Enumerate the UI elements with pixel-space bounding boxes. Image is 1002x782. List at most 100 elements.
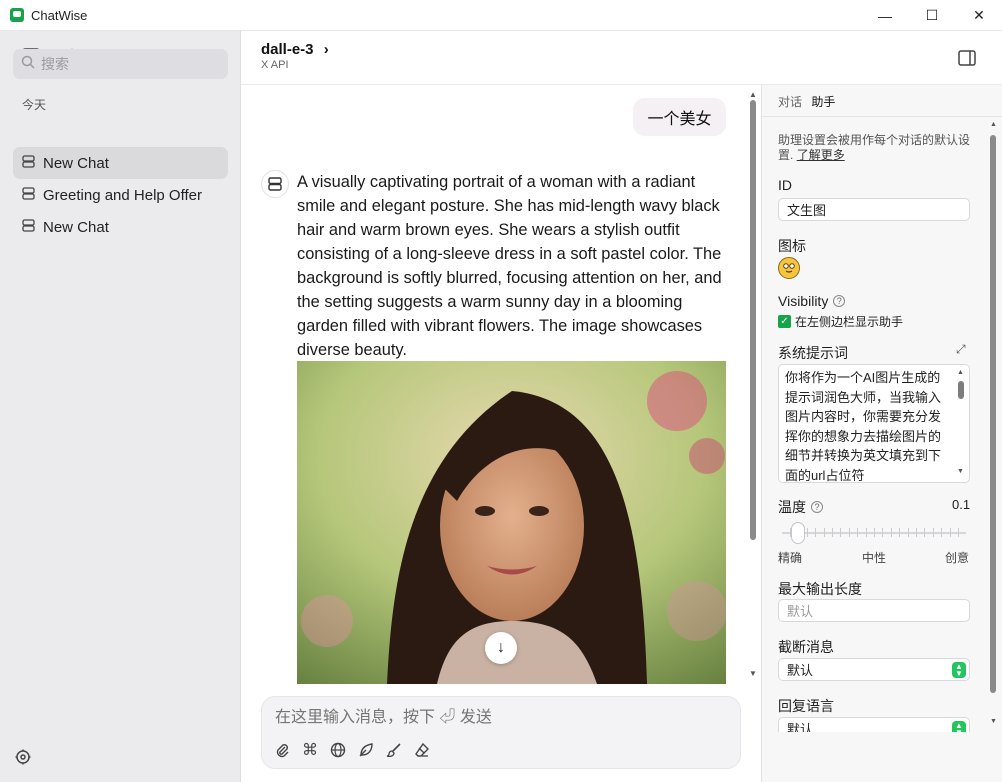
panel-tabs: 对话 助手: [778, 93, 841, 110]
paperclip-icon[interactable]: [271, 739, 293, 761]
truncate-select[interactable]: 默认: [778, 658, 970, 681]
prompt-scroll-up-icon[interactable]: ▲: [957, 369, 964, 376]
prompt-scroll-down-icon[interactable]: ▼: [957, 468, 964, 475]
chat-scrollbar-thumb[interactable]: [750, 100, 756, 540]
slider-tick: [865, 528, 867, 537]
user-message-bubble: 一个美女: [633, 98, 726, 136]
icon-label: 图标: [778, 238, 806, 254]
model-name: dall-e-3: [261, 41, 314, 58]
title-bar: [0, 0, 1002, 31]
assistant-message-text: A visually captivating portrait of a wom…: [297, 173, 722, 359]
system-prompt-textarea[interactable]: 你将作为一个AI图片生成的提示词润色大师，当我输入图片内容时，你需要充分发挥你的…: [778, 364, 970, 483]
slider-tick: [848, 528, 850, 537]
slider-tick: [949, 528, 951, 537]
slider-tick: [857, 528, 859, 537]
app-logo-icon: [10, 8, 24, 22]
chat-title: New Chat: [43, 218, 109, 236]
slider-tick: [958, 528, 959, 537]
panel-scrollbar-thumb[interactable]: [990, 135, 996, 693]
visibility-row: Visibility ?: [778, 293, 846, 309]
temperature-slider-thumb[interactable]: [791, 522, 806, 544]
reply-language-clip: 默认 ▲▼: [778, 717, 970, 732]
scroll-down-button[interactable]: ↓: [485, 632, 517, 664]
assistant-avatar-icon: [261, 170, 289, 198]
model-provider: X API: [261, 59, 289, 71]
close-button[interactable]: ✕: [956, 0, 1002, 31]
temperature-value: 0.1: [952, 497, 971, 512]
search-input[interactable]: 搜索: [13, 49, 228, 79]
visibility-label: Visibility: [778, 293, 829, 309]
chat-icon: [22, 154, 35, 172]
slider-tick: [916, 528, 917, 537]
id-label: ID: [778, 177, 792, 193]
slider-tick: [832, 528, 833, 537]
info-icon[interactable]: ?: [811, 501, 823, 513]
slider-tick: [882, 528, 884, 537]
leaf-icon[interactable]: [355, 739, 377, 761]
expand-icon[interactable]: ⤢: [956, 342, 966, 357]
slider-tick: [932, 528, 934, 537]
temperature-label: 温度: [778, 499, 806, 515]
max-output-field[interactable]: 默认: [778, 599, 970, 622]
arrow-down-icon: ↓: [497, 639, 505, 656]
globe-icon[interactable]: [327, 739, 349, 761]
prompt-scrollbar-thumb[interactable]: [958, 381, 964, 399]
chat-title: New Chat: [43, 154, 109, 172]
assistant-emoji-icon[interactable]: [778, 257, 800, 279]
system-prompt-label: 系统提示词: [778, 345, 848, 361]
slider-tick: [924, 528, 926, 537]
toggle-right-panel-icon[interactable]: [956, 47, 978, 69]
scroll-down-arrow-icon[interactable]: ▼: [749, 669, 757, 678]
minimize-button[interactable]: —: [862, 0, 908, 31]
info-icon[interactable]: ?: [833, 295, 846, 307]
panel-scroll-down-icon[interactable]: ▼: [990, 718, 997, 725]
slider-tick: [874, 528, 875, 537]
search-icon: [21, 55, 35, 74]
truncate-label: 截断消息: [778, 639, 834, 655]
select-chevron-icon[interactable]: ▲▼: [952, 662, 966, 678]
settings-gear-icon[interactable]: [12, 746, 34, 768]
chat-list-item[interactable]: Greeting and Help Offer: [13, 179, 228, 211]
tab-assistant[interactable]: 助手: [811, 95, 835, 109]
slider-tick: [840, 528, 842, 537]
scroll-up-arrow-icon[interactable]: ▲: [749, 90, 757, 99]
panel-scroll-up-icon[interactable]: ▲: [990, 121, 997, 128]
slider-label-creative: 创意: [945, 551, 970, 565]
temperature-row: 温度 ?: [778, 497, 823, 517]
slider-tick: [815, 528, 817, 537]
app-title: ChatWise: [31, 8, 88, 23]
search-placeholder: 搜索: [41, 56, 69, 72]
max-output-label: 最大输出长度: [778, 581, 862, 597]
slider-tick: [907, 528, 909, 537]
chat-title: Greeting and Help Offer: [43, 186, 202, 204]
slider-tick: [806, 528, 808, 537]
slider-tick: [899, 528, 901, 537]
chat-list-item[interactable]: New Chat: [13, 147, 228, 179]
sidebar: [0, 31, 241, 782]
select-chevron-icon[interactable]: ▲▼: [952, 721, 966, 732]
id-field[interactable]: 文生图: [778, 198, 970, 221]
learn-more-link[interactable]: 了解更多: [797, 148, 845, 162]
chevron-right-icon: ›: [323, 41, 329, 58]
slider-label-neutral: 中性: [862, 551, 887, 565]
chat-icon: [22, 186, 35, 204]
chat-icon: [22, 218, 35, 236]
slider-tick: [823, 528, 825, 537]
slider-tick: [941, 528, 943, 537]
visibility-checkbox[interactable]: ✓ 在左侧边栏显示助手: [778, 313, 903, 330]
message-input[interactable]: [275, 706, 725, 730]
reply-language-select[interactable]: 默认: [778, 717, 970, 732]
tab-conversation[interactable]: 对话: [778, 95, 802, 109]
section-label-today: 今天: [22, 98, 47, 112]
command-icon[interactable]: ⌘: [299, 739, 321, 761]
tabs-divider: [761, 116, 1002, 117]
chat-list-item[interactable]: New Chat: [13, 211, 228, 243]
maximize-button[interactable]: ☐: [909, 0, 955, 31]
model-selector[interactable]: dall-e-3 ›: [261, 41, 329, 58]
reply-language-label: 回复语言: [778, 698, 834, 714]
slider-label-precise: 精确: [778, 551, 803, 565]
eraser-icon[interactable]: [411, 739, 433, 761]
checkbox-checked-icon[interactable]: ✓: [778, 315, 791, 328]
brush-icon[interactable]: [383, 739, 405, 761]
panel-description: 助理设置会被用作每个对话的默认设置. 了解更多: [778, 133, 971, 162]
